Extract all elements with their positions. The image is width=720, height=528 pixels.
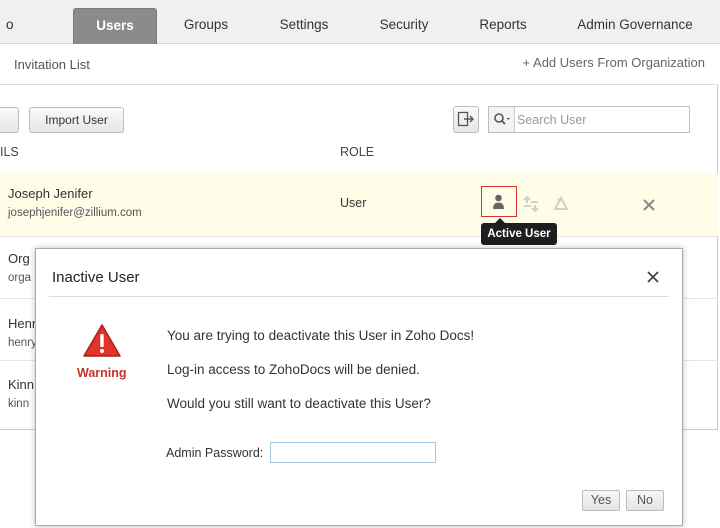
tab-security[interactable]: Security [366,8,442,44]
tab-reports[interactable]: Reports [466,8,540,44]
table-row[interactable]: Joseph Jenifer josephjenifer@zillium.com… [0,173,718,237]
tab-groups[interactable]: Groups [170,8,242,44]
recycle-icon[interactable] [552,196,570,214]
user-name: Joseph Jenifer [8,186,93,201]
tab-settings[interactable]: Settings [266,8,342,44]
warning-label: Warning [77,366,127,380]
export-button[interactable] [453,106,479,133]
user-email: henry [8,337,37,349]
user-email: orga [8,272,32,284]
dialog-message: Would you still want to deactivate this … [167,396,431,411]
user-name: Org [8,251,30,266]
search-filter-dropdown[interactable] [489,107,515,132]
column-header-details: ILS [0,145,19,159]
search-user-input[interactable] [517,109,685,130]
dialog-message: Log-in access to ZohoDocs will be denied… [167,362,420,377]
active-user-tooltip: Active User [481,218,557,245]
inactive-user-dialog: Inactive User Warning You are trying to … [35,248,683,526]
tab-admin-governance[interactable]: Admin Governance [572,8,698,44]
dialog-title: Inactive User [52,269,140,286]
close-icon[interactable] [644,268,662,286]
search-icon [494,113,510,125]
add-user-button[interactable] [0,107,19,133]
user-email: kinn [8,398,30,410]
user-name: Henr [8,316,37,331]
column-header-role: ROLE [340,145,375,159]
user-email: josephjenifer@zillium.com [8,207,142,219]
tab-profile[interactable]: o Profile [0,8,52,66]
dialog-message: You are trying to deactivate this User i… [167,328,475,343]
user-icon [493,194,504,209]
warning-icon [83,324,121,357]
tab-users[interactable]: Users [73,8,157,44]
import-user-button[interactable]: Import User [29,107,124,133]
user-role: User [340,196,367,210]
add-users-from-organization-link[interactable]: + Add Users From Organization [523,55,705,70]
active-user-toggle[interactable] [481,186,517,217]
no-button[interactable]: No [626,490,664,511]
invitation-list-link[interactable]: Invitation List [14,57,90,72]
remove-user-icon[interactable] [642,198,656,212]
yes-button[interactable]: Yes [582,490,620,511]
admin-password-label: Admin Password: [166,446,264,460]
search-box [488,106,690,133]
export-icon [457,111,474,127]
dialog-divider [49,296,669,297]
transfer-icon[interactable] [522,195,540,213]
sub-toolbar: Invitation List + Add Users From Organiz… [0,44,718,85]
admin-password-field[interactable] [270,442,436,463]
user-name: Kinn [8,377,35,392]
top-tab-bar: o Profile Users Groups Settings Security… [0,0,720,66]
